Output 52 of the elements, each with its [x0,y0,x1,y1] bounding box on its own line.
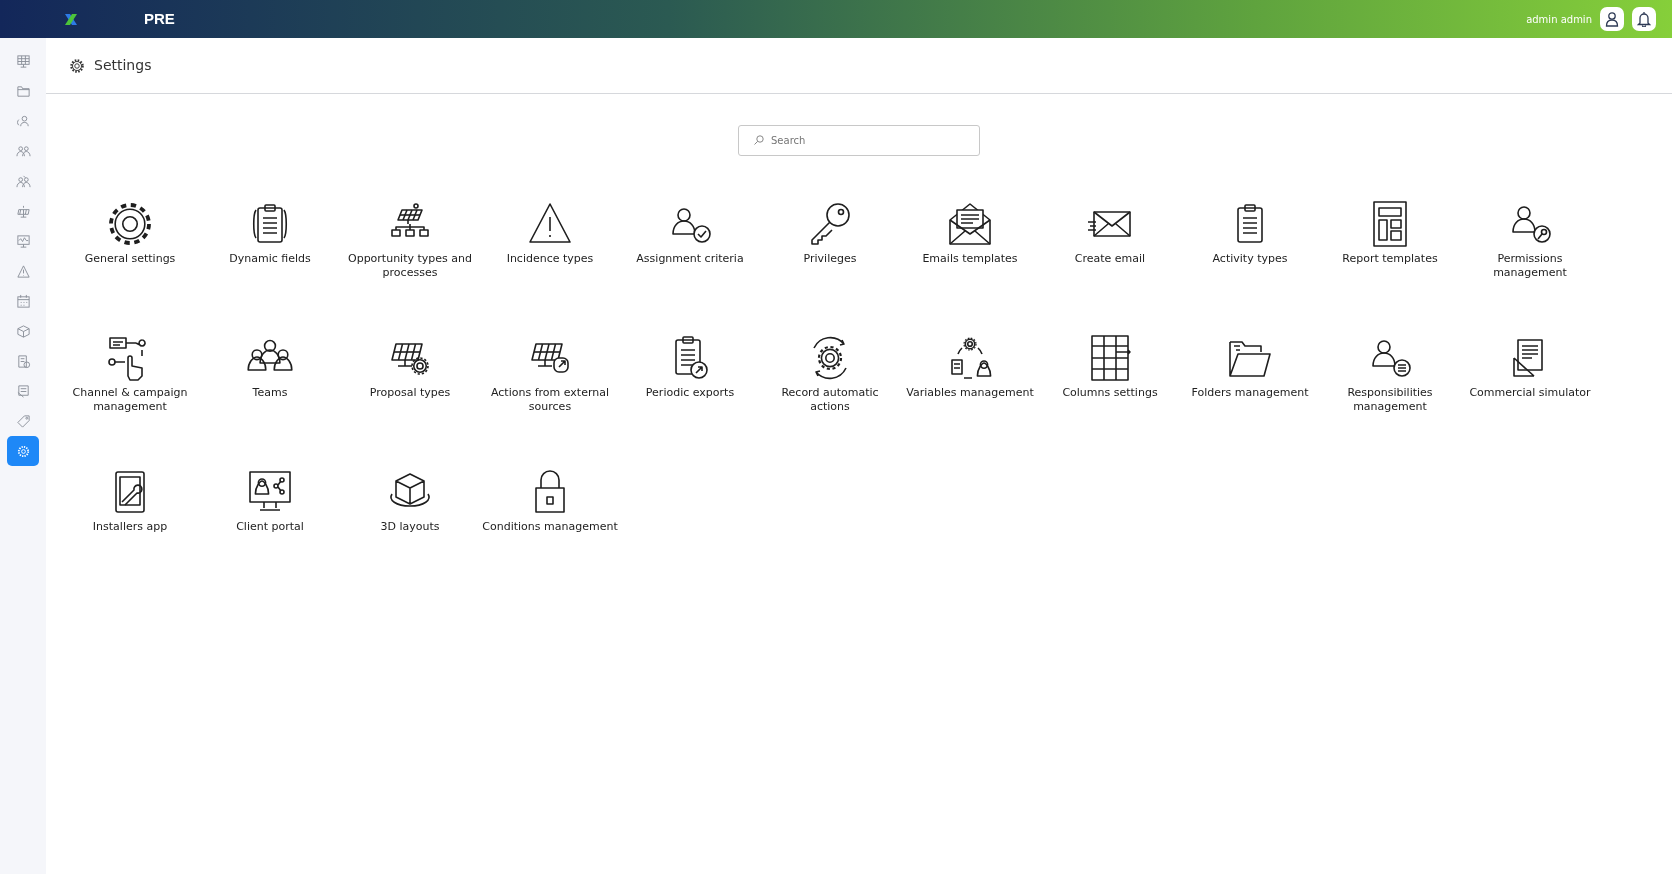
calendar-icon [15,293,31,309]
settings-tile[interactable]: Activity types [1180,200,1320,304]
bell-icon [1637,11,1651,27]
warning-icon [15,263,31,279]
settings-tile[interactable]: Periodic exports [620,334,760,438]
gear-icon [15,443,31,459]
gear-icon [106,200,154,248]
settings-tile[interactable]: Emails templates [900,200,1040,304]
folder-icon [15,83,31,99]
settings-tile[interactable]: Commercial simulator [1460,334,1600,438]
monitor-chart-icon [15,233,31,249]
page-title: Settings [94,56,152,75]
settings-tile[interactable]: Conditions management [480,468,620,572]
solar-panel-icon [15,203,31,219]
settings-tile[interactable]: Proposal types [340,334,480,438]
settings-tile[interactable]: Variables management [900,334,1040,438]
gear-icon [68,56,86,75]
settings-tile[interactable]: Assignment criteria [620,200,760,304]
user-icon [15,113,31,129]
environment-label: PRE [144,8,175,29]
logo-icon [64,12,78,26]
user-icon [1604,11,1620,27]
settings-tile[interactable]: Channel & campaign management [60,334,200,438]
notifications-button[interactable] [1632,7,1656,31]
settings-tile[interactable]: Dynamic fields [200,200,340,304]
settings-tile[interactable]: Report templates [1320,200,1460,304]
settings-tile[interactable]: Teams [200,334,340,438]
settings-tile[interactable]: Installers app [60,468,200,572]
group-icon [15,173,31,189]
settings-tile[interactable]: Incidence types [480,200,620,304]
profile-button[interactable] [1600,7,1624,31]
monitor-icon [15,53,31,69]
settings-tile[interactable]: Privileges [760,200,900,304]
search-icon [754,135,764,145]
cube-icon [15,323,31,339]
settings-tile[interactable]: Columns settings [1040,334,1180,438]
settings-tile[interactable]: Folders management [1180,334,1320,438]
settings-tile[interactable]: Permissions management [1460,200,1600,304]
settings-tile[interactable]: Opportunity types and processes [340,200,480,304]
users-icon [15,143,31,159]
settings-tile[interactable]: Record automatic actions [760,334,900,438]
settings-tile[interactable]: Responsibilities management [1320,334,1460,438]
sidebar-button[interactable] [7,436,39,466]
tag-icon [15,413,31,429]
user-name: admin admin [1526,12,1592,27]
envelope-letter-icon [946,200,994,248]
search-field[interactable]: Search [738,125,980,156]
settings-tile[interactable]: Client portal [200,468,340,572]
settings-tile[interactable]: General settings [60,200,200,304]
settings-tile[interactable]: Create email [1040,200,1180,304]
settings-tile[interactable]: Actions from external sources [480,334,620,438]
settings-tile[interactable]: 3D layouts [340,468,480,572]
